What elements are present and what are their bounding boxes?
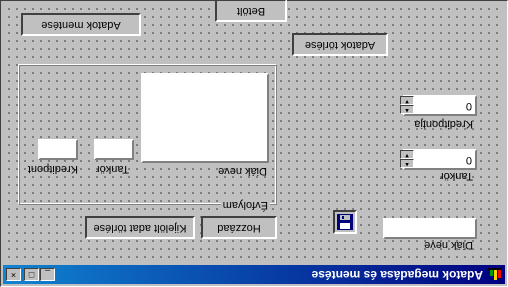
title-bar[interactable]: Adatok megadása és mentése _ □ × [3,265,505,284]
minimize-button[interactable]: _ [40,268,55,281]
kreditpont-spin-up[interactable]: ▲ [400,105,414,114]
kreditpont-spin-down[interactable]: ▼ [400,96,414,105]
floppy-disk-icon [337,214,353,230]
tankor-spin-buttons[interactable]: ▲ ▼ [400,150,414,168]
evfolyam-caption: Évfolyam [220,198,270,211]
diak-nev-label: Diák neve [424,239,473,251]
tankor-value: 0 [465,154,472,166]
list-header-diak-nev: Diák neve [218,165,267,177]
kreditpont-label: Kreditpontja [414,118,473,130]
form-client-area: Diák neve 0 ▲ ▼ Tankör 0 ▲ ▼ Kreditpontj… [3,0,503,263]
window-title: Adatok megadása és mentése [311,268,483,282]
kreditpont-spin-buttons[interactable]: ▲ ▼ [400,96,414,114]
tankor-spin-up[interactable]: ▲ [400,159,414,168]
tankor-label: Tankör [439,170,473,182]
kreditpont-value: 0 [465,100,472,112]
student-listbox[interactable] [141,73,269,163]
diak-nev-input[interactable] [383,218,477,239]
close-button[interactable]: × [6,268,21,281]
kreditpont-stepper[interactable]: 0 [403,95,477,116]
adatok-torlese-button[interactable]: Adatok törlése [292,33,388,56]
group-kreditpont-label: Kreditpont [27,163,78,175]
adatok-mentese-button[interactable]: Adatok mentése [21,13,141,36]
group-tankor-input[interactable] [94,139,134,160]
app-window: Adatok megadása és mentése _ □ × Diák ne… [0,0,508,287]
group-kreditpont-input[interactable] [38,139,78,160]
save-icon-button[interactable] [333,210,357,234]
hozzaad-button[interactable]: Hozzáad [201,216,277,239]
tankor-spin-down[interactable]: ▼ [400,150,414,159]
group-tankor-label: Tankör [95,163,129,175]
kijelolt-adat-torlese-button[interactable]: Kijelölt adat törlése [85,216,195,239]
app-icon[interactable] [487,267,502,282]
betolt-button[interactable]: Betölt [215,0,287,22]
tankor-stepper[interactable]: 0 [403,149,477,170]
maximize-button[interactable]: □ [24,268,39,281]
